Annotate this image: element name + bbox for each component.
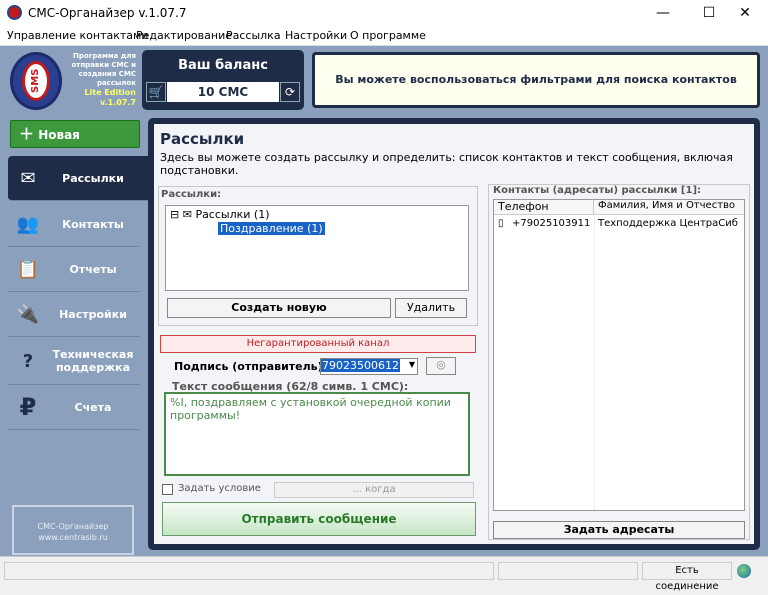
- mailings-tree[interactable]: ⊟ ✉ Рассылки (1) Поздравление (1): [165, 205, 469, 291]
- column-header-name[interactable]: Фамилия, Имя и Отчество: [594, 200, 744, 215]
- balance-panel: Ваш баланс 🛒 10 СМС ⟳: [142, 50, 304, 110]
- sidebar-item-invoices[interactable]: ₽ Счета: [8, 385, 140, 430]
- sidebar-item-settings[interactable]: 🔌 Настройки: [8, 292, 140, 337]
- contacts-label: Контакты (адресаты) рассылки [1]:: [493, 185, 702, 196]
- app-icon: [7, 5, 22, 20]
- mailings-group: Рассылки: ⊟ ✉ Рассылки (1) Поздравление …: [158, 186, 478, 326]
- balance-value: 10 СМС: [167, 82, 279, 102]
- tree-root[interactable]: ⊟ ✉ Рассылки (1): [170, 208, 270, 221]
- menu-bar: Управление контактами Редактирование Рас…: [0, 26, 768, 46]
- delete-button[interactable]: Удалить: [395, 298, 467, 318]
- balance-title: Ваш баланс: [178, 58, 268, 73]
- condition-label: Задать условие: [178, 483, 261, 494]
- status-bar: Есть соединение: [0, 556, 768, 592]
- contacts-group: Контакты (адресаты) рассылки [1]: Телефо…: [488, 184, 750, 540]
- credits-box: СМС-Органайзер www.centrasib.ru: [12, 505, 134, 555]
- sidebar-item-contacts[interactable]: 👥 Контакты: [8, 202, 140, 247]
- sender-label: Подпись (отправитель):: [174, 360, 328, 373]
- plug-icon: 🔌: [16, 303, 40, 325]
- brand-edition: Lite Edition v.1.07.7: [84, 88, 136, 107]
- mailings-label: Рассылки:: [161, 189, 222, 200]
- phone-icon: ▯: [498, 218, 504, 229]
- settings-button[interactable]: ◎: [426, 357, 456, 375]
- chevron-down-icon: ▼: [408, 360, 415, 369]
- sidebar-item-mailings[interactable]: ✉ Рассылки: [8, 156, 150, 201]
- menu-about[interactable]: О программе: [350, 29, 426, 42]
- sidebar-item-support[interactable]: ? Техническая поддержка: [8, 338, 140, 385]
- window-title: СМС-Органайзер v.1.07.7: [28, 6, 187, 20]
- condition-checkbox[interactable]: [162, 484, 173, 495]
- envelope-icon: ✉: [20, 167, 36, 189]
- column-header-phone[interactable]: Телефон: [494, 200, 594, 215]
- minimize-button[interactable]: —: [640, 0, 686, 26]
- plus-icon: ＋: [19, 125, 35, 143]
- when-button[interactable]: ... когда: [274, 482, 474, 498]
- menu-settings[interactable]: Настройки: [285, 29, 347, 42]
- question-icon: ?: [22, 350, 34, 372]
- new-mailing-button[interactable]: ＋ Новая рассылка: [10, 120, 140, 168]
- page-description: Здесь вы можете создать рассылку и опред…: [160, 151, 733, 177]
- create-new-button[interactable]: Создать новую: [167, 298, 391, 318]
- title-bar: СМС-Органайзер v.1.07.7 — ☐ ✕: [0, 0, 768, 26]
- message-textarea[interactable]: %I, поздравляем с установкой очередной к…: [164, 392, 470, 476]
- tree-item-selected[interactable]: Поздравление (1): [218, 222, 325, 235]
- main-panel: Рассылки Здесь вы можете создать рассылк…: [148, 118, 760, 550]
- refresh-icon[interactable]: ⟳: [280, 82, 300, 102]
- set-recipients-button[interactable]: Задать адресаты: [493, 521, 745, 539]
- close-button[interactable]: ✕: [722, 0, 768, 26]
- sidebar-item-reports[interactable]: 📋 Отчеты: [8, 247, 140, 292]
- connection-status: Есть соединение: [642, 562, 732, 592]
- table-row[interactable]: ▯ +79025103911 Техподдержка ЦентраСиб: [496, 218, 744, 232]
- menu-contacts[interactable]: Управление контактами: [7, 29, 148, 42]
- channel-badge: Негарантированный канал: [160, 335, 476, 353]
- ruble-icon: ₽: [19, 393, 37, 421]
- menu-edit[interactable]: Редактирование: [136, 29, 232, 42]
- envelope-icon: ✉: [182, 208, 192, 221]
- users-icon: 👥: [16, 213, 40, 235]
- globe-icon: [737, 564, 751, 578]
- sms-logo: SMS: [10, 52, 62, 110]
- info-banner: Вы можете воспользоваться фильтрами для …: [312, 52, 760, 108]
- brand-description: Программа для отправки СМС и создания СМ…: [71, 52, 136, 87]
- send-message-button[interactable]: Отправить сообщение: [162, 502, 476, 536]
- menu-mailing[interactable]: Рассылка: [226, 29, 281, 42]
- contacts-table[interactable]: Телефон Фамилия, Имя и Отчество ▯ +79025…: [493, 199, 745, 511]
- cart-icon[interactable]: 🛒: [146, 82, 166, 102]
- page-title: Рассылки: [160, 130, 245, 148]
- sender-select[interactable]: 79023500612 ▼: [320, 358, 418, 375]
- clipboard-icon: 📋: [16, 258, 40, 280]
